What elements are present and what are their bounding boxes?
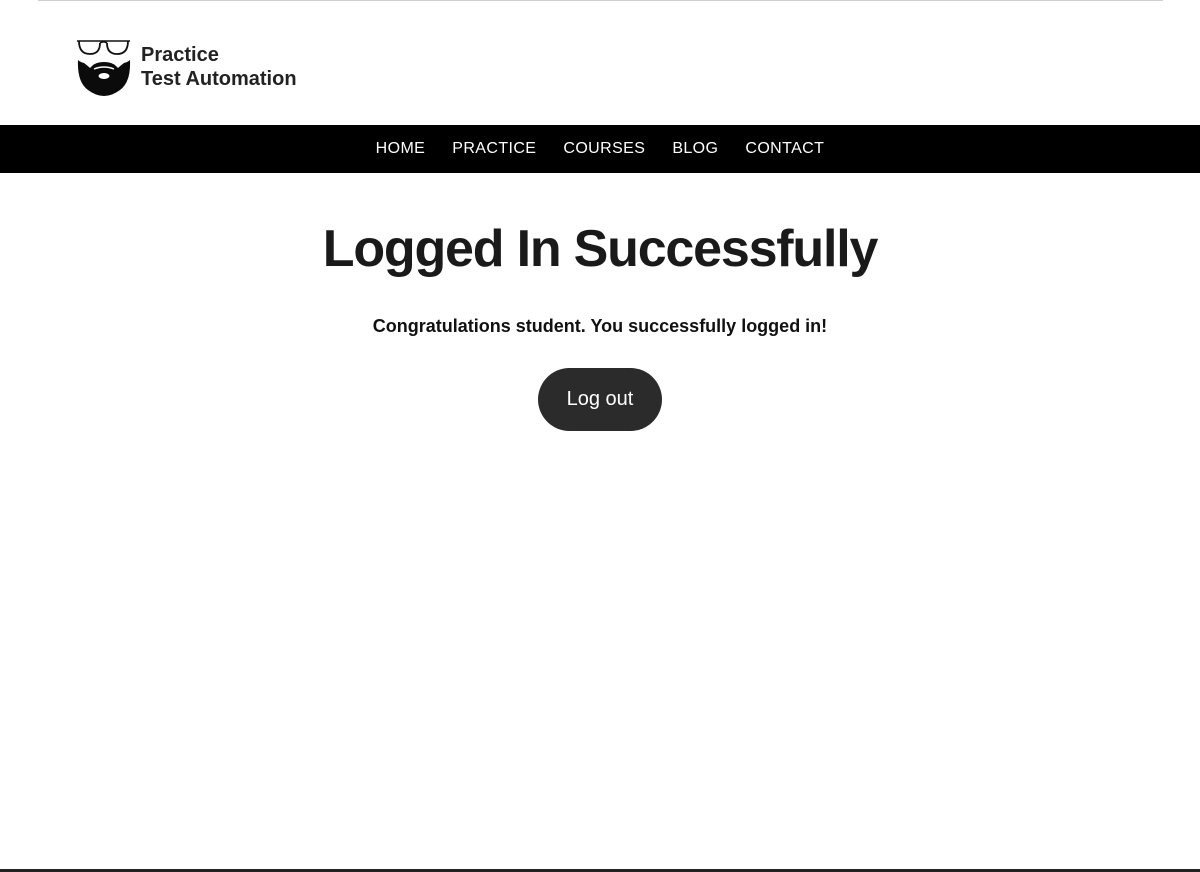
site-logo-link[interactable]: Practice Test Automation (76, 38, 297, 96)
nav-list: HOME PRACTICE COURSES BLOG CONTACT (362, 125, 838, 173)
logo-line-2: Test Automation (141, 68, 297, 90)
nav-item-home: HOME (362, 125, 439, 173)
nav-item-courses: COURSES (550, 125, 659, 173)
nav-link-courses[interactable]: COURSES (550, 125, 659, 173)
page: Practice Test Automation HOME PRACTICE C… (0, 0, 1200, 872)
nav-link-blog[interactable]: BLOG (659, 125, 732, 173)
success-message: Congratulations student. You successfull… (372, 316, 828, 336)
logo-line-1: Practice (141, 44, 219, 66)
site-header: Practice Test Automation (0, 1, 1200, 125)
main-content: Logged In Successfully Congratulations s… (0, 173, 1200, 431)
nav-link-home[interactable]: HOME (362, 125, 439, 173)
nav-item-contact: CONTACT (732, 125, 838, 173)
nav-link-practice[interactable]: PRACTICE (439, 125, 550, 173)
nav-link-contact[interactable]: CONTACT (732, 125, 838, 173)
nav-item-practice: PRACTICE (439, 125, 550, 173)
logo-text: Practice Test Automation (141, 43, 297, 91)
nav-item-blog: BLOG (659, 125, 732, 173)
main-nav: HOME PRACTICE COURSES BLOG CONTACT (0, 125, 1200, 173)
page-title: Logged In Successfully (322, 220, 879, 278)
logout-button[interactable]: Log out (538, 368, 662, 431)
bearded-glasses-logo-icon (77, 40, 131, 96)
